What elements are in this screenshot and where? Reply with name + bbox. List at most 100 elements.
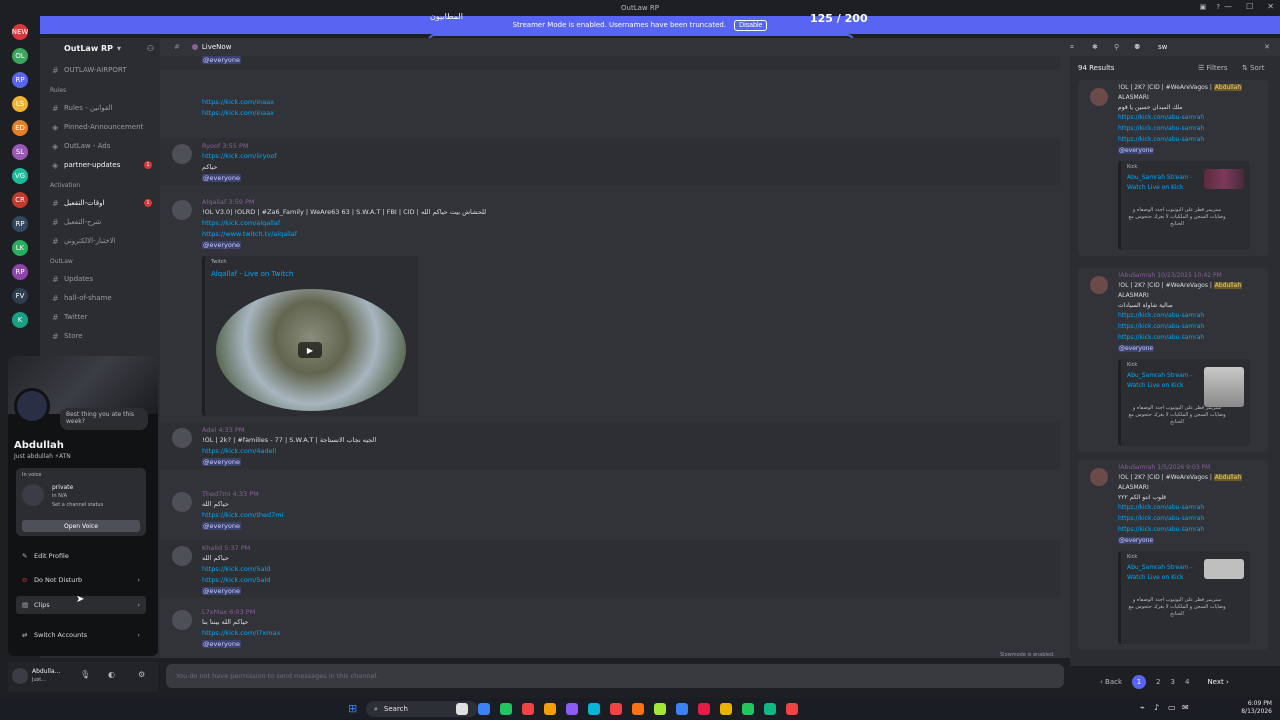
page-3-button[interactable]: 3 [1171,678,1175,686]
everyone-mention[interactable]: @everyone [202,587,241,595]
user-avatar[interactable] [172,428,192,448]
back-button[interactable]: ‹ Back [1100,678,1122,686]
server-icon[interactable]: K [12,312,28,328]
message-author[interactable]: Adel 4:33 PM [202,426,245,434]
everyone-mention[interactable]: @everyone [1118,147,1155,154]
message-author[interactable]: Ryoof 3:55 PM [202,142,249,150]
close-button[interactable]: ✕ [1267,2,1274,11]
switch-accounts-menu-item[interactable]: ⇄ Switch Accounts › [16,626,146,644]
headphones-icon[interactable]: ◐ [108,670,115,679]
message-link[interactable]: https://kick.com/inaax [202,109,274,117]
do-not-disturb-menu-item[interactable]: ⊖ Do Not Disturb › [16,571,146,589]
user-avatar[interactable] [172,144,192,164]
user-avatar[interactable] [172,200,192,220]
result-link[interactable]: https://kick.com/abu-samrah [1118,312,1204,319]
message-link[interactable]: https://www.twitch.tv/alqallaf [202,230,297,238]
channel-item[interactable]: # Rules - القوانين [48,100,158,116]
server-icon[interactable]: OL [12,48,28,64]
windows-start-icon[interactable]: ⊞ [348,702,357,715]
message-author[interactable]: Alqallaf 3:59 PM [202,198,255,206]
embed-thumbnail[interactable] [1204,559,1244,579]
server-icon[interactable]: LK [12,240,28,256]
embed-title[interactable]: Alqallaf - Live on Twitch [211,270,293,278]
channel-item[interactable]: # Updates [48,271,158,287]
microphone-icon[interactable]: 🎙 [80,670,90,679]
taskbar-app-icon[interactable] [500,703,512,715]
profile-avatar[interactable] [14,388,50,424]
help-icon[interactable]: ? [1216,3,1220,11]
settings-gear-icon[interactable]: ⚙ [138,670,145,679]
play-icon[interactable]: ▶ [298,342,322,358]
sort-button[interactable]: ⇅ Sort [1242,64,1264,72]
channel-item[interactable]: # OUTLAW-AIRPORT [48,62,158,78]
message-link[interactable]: https://kick.com/5ald [202,576,270,584]
message-link[interactable]: https://kick.com/5ald [202,565,270,573]
result-avatar[interactable] [1090,276,1108,294]
everyone-mention[interactable]: @everyone [202,241,241,249]
channel-item[interactable]: # hall-of-shame [48,290,158,306]
server-icon[interactable]: LS [12,96,28,112]
taskbar-app-icon[interactable] [544,703,556,715]
page-1-button[interactable]: 1 [1132,675,1147,689]
message-link[interactable]: https://kick.com/iiryoof [202,152,277,160]
everyone-mention[interactable]: @everyone [202,522,241,530]
wifi-icon[interactable]: ⌁ [1140,703,1145,712]
result-link[interactable]: https://kick.com/abu-samrah [1118,136,1204,143]
user-avatar[interactable] [172,610,192,630]
inbox-icon[interactable]: ▣ [1200,3,1207,11]
channel-item[interactable]: # شرح-التفعيل [48,214,158,230]
voice-channel-status[interactable]: Set a channel status [52,502,103,508]
result-avatar[interactable] [1090,468,1108,486]
user-avatar[interactable] [172,492,192,512]
everyone-mention[interactable]: @everyone [1118,345,1155,352]
channel-item[interactable]: # اوقات-التفعيل 1 [48,195,158,211]
taskbar-app-icon[interactable] [566,703,578,715]
taskbar-app-icon[interactable] [786,703,798,715]
server-icon[interactable]: NEW [12,24,28,40]
channel-item[interactable]: ◈ OutLaw - Ads [48,138,158,154]
channel-category[interactable]: Rules [50,87,66,94]
user-avatar[interactable] [12,668,28,684]
taskbar-app-icon[interactable] [698,703,710,715]
server-icon[interactable]: RP [12,264,28,280]
message-author[interactable]: L7xMax 6:03 PM [202,608,255,616]
server-icon[interactable]: RP [12,72,28,88]
taskbar-app-icon[interactable] [676,703,688,715]
system-clock[interactable]: 6:09 PM 8/13/2026 [1241,700,1272,716]
result-link[interactable]: https://kick.com/abu-samrah [1118,515,1204,522]
notification-icon[interactable]: ✉ [1182,703,1189,712]
taskbar-app-icon[interactable] [456,703,468,715]
embed-thumbnail[interactable] [1204,169,1244,189]
embed-title[interactable]: Abu_Samrah Stream - Watch Live on Kick [1127,563,1211,583]
server-icon[interactable]: SL [12,144,28,160]
user-avatar[interactable] [172,546,192,566]
result-author[interactable]: !AbuSamrah 1/5/2026 9:03 PM [1118,464,1210,471]
pinned-icon[interactable]: ⚲ [1114,43,1119,51]
everyone-mention[interactable]: @everyone [1118,537,1155,544]
everyone-mention[interactable]: @everyone [202,458,241,466]
result-avatar[interactable] [1090,88,1108,106]
volume-icon[interactable]: ♪ [1154,703,1159,712]
taskbar-app-icon[interactable] [632,703,644,715]
taskbar-app-icon[interactable] [720,703,732,715]
filters-button[interactable]: ☰ Filters [1198,64,1228,72]
page-2-button[interactable]: 2 [1156,678,1160,686]
minimize-button[interactable]: — [1224,2,1232,11]
taskbar-app-icon[interactable] [654,703,666,715]
server-icon[interactable]: VG [12,168,28,184]
message-link[interactable]: https://kick.com/l7xmax [202,629,280,637]
notifications-icon[interactable]: ✱ [1092,43,1098,51]
threads-icon[interactable]: ⌗ [1070,43,1074,52]
search-result-card[interactable]: !AbuSamrah 1/5/2026 9:03 PM !OL | 2K? |CI… [1078,460,1268,650]
taskbar-app-icon[interactable] [610,703,622,715]
disable-streamer-mode-button[interactable]: Disable [734,19,768,31]
message-link[interactable]: https://kick.com/alqallaf [202,219,280,227]
embed-title[interactable]: Abu_Samrah Stream - Watch Live on Kick [1127,173,1211,193]
search-result-card[interactable]: !AbuSamrah 10/23/2025 10:42 PM !OL | 2K? … [1078,268,1268,452]
taskbar-app-icon[interactable] [588,703,600,715]
result-link[interactable]: https://kick.com/abu-samrah [1118,526,1204,533]
channel-item[interactable]: # الاختبار-الالكتروني [48,233,158,249]
taskbar-app-icon[interactable] [478,703,490,715]
clear-search-icon[interactable]: ✕ [1264,43,1270,51]
next-button[interactable]: Next › [1207,678,1228,686]
